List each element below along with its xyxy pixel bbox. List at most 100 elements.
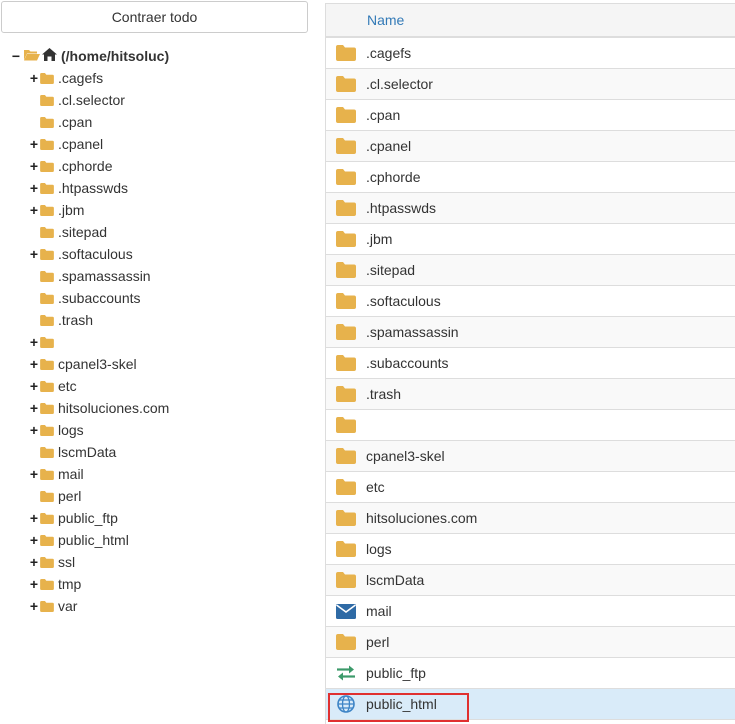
expand-toggle-icon[interactable]: + — [28, 180, 40, 196]
tree-item[interactable]: + hitsoluciones.com — [28, 397, 169, 419]
table-row[interactable]: .cl.selector — [326, 69, 735, 100]
folder-icon — [326, 76, 366, 92]
expand-toggle-icon[interactable]: + — [28, 510, 40, 526]
table-row[interactable]: .htpasswds — [326, 193, 735, 224]
tree-item-label: .softaculous — [58, 246, 133, 262]
table-row[interactable]: .cpanel — [326, 131, 735, 162]
tree-item[interactable]: .spamassassin — [28, 265, 169, 287]
tree-item-label: .spamassassin — [58, 268, 151, 284]
expand-toggle-icon[interactable]: + — [28, 422, 40, 438]
table-row[interactable]: .softaculous — [326, 286, 735, 317]
file-name: .jbm — [366, 231, 393, 247]
tree-item[interactable]: + cpanel3-skel — [28, 353, 169, 375]
tree-item[interactable]: + .cpanel — [28, 133, 169, 155]
file-name: logs — [366, 541, 392, 557]
table-row[interactable]: etc — [326, 472, 735, 503]
tree-item[interactable]: + ssl — [28, 551, 169, 573]
table-row[interactable]: logs — [326, 534, 735, 565]
expand-toggle-icon[interactable]: + — [28, 334, 40, 350]
tree-item-label: .jbm — [58, 202, 85, 218]
tree-item[interactable]: + etc — [28, 375, 169, 397]
folder-icon — [40, 512, 54, 524]
table-row[interactable]: lscmData — [326, 565, 735, 596]
tree-item[interactable]: .cl.selector — [28, 89, 169, 111]
tree-item[interactable]: + logs — [28, 419, 169, 441]
tree-item[interactable]: .cpan — [28, 111, 169, 133]
expand-toggle-icon[interactable]: + — [28, 136, 40, 152]
tree-item[interactable]: lscmData — [28, 441, 169, 463]
tree-item[interactable]: perl — [28, 485, 169, 507]
file-name: mail — [366, 603, 392, 619]
folder-icon — [326, 45, 366, 61]
transfer-arrows-icon — [326, 665, 366, 681]
expand-toggle-icon[interactable]: + — [28, 70, 40, 86]
table-row[interactable]: perl — [326, 627, 735, 658]
tree-item[interactable]: .sitepad — [28, 221, 169, 243]
folder-icon — [40, 380, 54, 392]
folder-icon — [326, 634, 366, 650]
tree-item[interactable]: + .jbm — [28, 199, 169, 221]
folder-icon — [326, 231, 366, 247]
tree-item-label: mail — [58, 466, 84, 482]
table-row[interactable]: .cphorde — [326, 162, 735, 193]
expand-toggle-icon[interactable]: + — [28, 598, 40, 614]
table-row[interactable]: .cpan — [326, 100, 735, 131]
file-name: perl — [366, 634, 390, 650]
tree-item[interactable]: + — [28, 331, 169, 353]
tree-item[interactable]: + mail — [28, 463, 169, 485]
collapse-all-button[interactable]: Contraer todo — [1, 1, 308, 33]
tree-item[interactable]: + public_ftp — [28, 507, 169, 529]
tree-list: + .cagefs .cl.selector .cpan + .cpanel + .cphor… — [28, 67, 169, 617]
table-row[interactable]: public_ftp — [326, 658, 735, 689]
expand-toggle-icon[interactable]: + — [28, 158, 40, 174]
folder-icon — [326, 386, 366, 402]
folder-icon — [40, 72, 54, 84]
expand-toggle-icon[interactable]: + — [28, 532, 40, 548]
table-row[interactable]: cpanel3-skel — [326, 441, 735, 472]
folder-icon — [326, 138, 366, 154]
expand-toggle-icon[interactable]: + — [28, 400, 40, 416]
tree-item[interactable]: + tmp — [28, 573, 169, 595]
name-column-header[interactable]: Name — [367, 12, 404, 28]
table-header: Name — [326, 4, 735, 38]
table-row[interactable]: .cagefs — [326, 38, 735, 69]
table-row[interactable]: .subaccounts — [326, 348, 735, 379]
tree-item[interactable]: + .htpasswds — [28, 177, 169, 199]
expand-toggle-icon[interactable]: + — [28, 378, 40, 394]
table-row[interactable]: .trash — [326, 379, 735, 410]
folder-icon — [40, 578, 54, 590]
table-row[interactable]: mail — [326, 596, 735, 627]
tree-item[interactable]: + .cagefs — [28, 67, 169, 89]
tree-item[interactable]: + var — [28, 595, 169, 617]
folder-icon — [326, 355, 366, 371]
table-row[interactable]: hitsoluciones.com — [326, 503, 735, 534]
tree-root-home[interactable]: − (/home/hitsoluc) — [10, 45, 169, 67]
expand-toggle-icon[interactable]: + — [28, 466, 40, 482]
expand-toggle-icon[interactable]: + — [28, 246, 40, 262]
tree-item[interactable]: + .cphorde — [28, 155, 169, 177]
expand-toggle-icon[interactable]: + — [28, 356, 40, 372]
file-name: public_ftp — [366, 665, 426, 681]
tree-item-label: logs — [58, 422, 84, 438]
directory-tree-panel: Contraer todo − (/home/hitsoluc) + .cagef… — [0, 0, 315, 723]
table-row[interactable] — [326, 410, 735, 441]
table-row[interactable]: public_html — [326, 689, 735, 720]
folder-icon — [40, 160, 54, 172]
table-row[interactable]: .sitepad — [326, 255, 735, 286]
tree-item[interactable]: + .softaculous — [28, 243, 169, 265]
tree-item[interactable]: .trash — [28, 309, 169, 331]
file-name: cpanel3-skel — [366, 448, 445, 464]
expand-toggle-icon[interactable]: + — [28, 576, 40, 592]
tree-item[interactable]: + public_html — [28, 529, 169, 551]
expand-toggle-icon[interactable]: + — [28, 202, 40, 218]
file-name: .htpasswds — [366, 200, 437, 216]
tree-item-label: .cpan — [58, 114, 93, 130]
collapse-toggle-icon[interactable]: − — [10, 48, 22, 64]
expand-toggle-icon[interactable]: + — [28, 554, 40, 570]
folder-icon — [326, 572, 366, 588]
folder-icon — [40, 226, 54, 238]
table-row[interactable]: .spamassassin — [326, 317, 735, 348]
table-row[interactable]: .jbm — [326, 224, 735, 255]
tree-item[interactable]: .subaccounts — [28, 287, 169, 309]
folder-icon — [326, 293, 366, 309]
